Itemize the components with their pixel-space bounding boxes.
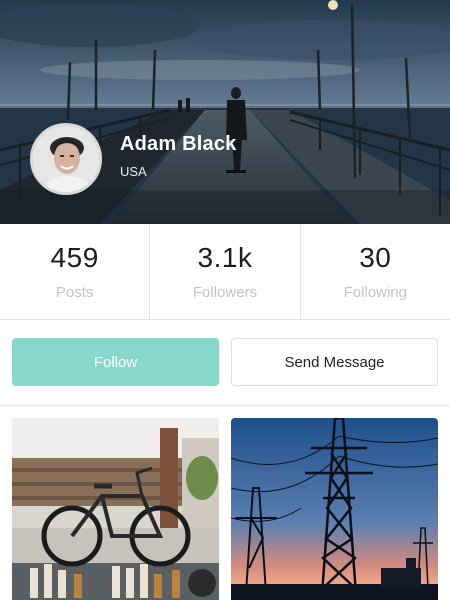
- stat-value: 3.1k: [197, 242, 253, 273]
- post-gallery: [0, 406, 450, 600]
- stat-label: Posts: [55, 284, 94, 301]
- profile-actions: Follow Send Message: [0, 320, 450, 406]
- stat-value: 30: [359, 242, 392, 273]
- profile-identity: Adam Black USA: [120, 133, 237, 179]
- stat-value: 459: [50, 242, 99, 273]
- follow-button[interactable]: Follow: [12, 338, 219, 386]
- power-tower-sunset-photo: [231, 418, 438, 600]
- bicycle-cafe-photo: [12, 418, 219, 600]
- profile-location: USA: [120, 164, 147, 179]
- profile-header: Adam Black USA: [30, 123, 237, 195]
- profile-cover: Adam Black USA: [0, 0, 450, 224]
- profile-stats: 459 Posts 3.1k Followers 30 Following: [0, 224, 450, 320]
- avatar-photo: [33, 126, 99, 192]
- post-card-bicycle[interactable]: [12, 418, 219, 600]
- stat-label: Followers: [192, 284, 258, 301]
- stat-followers[interactable]: 3.1k Followers: [150, 224, 301, 319]
- profile-name: Adam Black: [120, 133, 237, 155]
- post-card-power-lines[interactable]: [231, 418, 438, 600]
- stat-following[interactable]: 30 Following: [301, 224, 450, 319]
- send-message-button[interactable]: Send Message: [231, 338, 438, 386]
- stat-posts[interactable]: 459 Posts: [0, 224, 151, 319]
- avatar[interactable]: [30, 123, 102, 195]
- stat-label: Following: [343, 284, 407, 301]
